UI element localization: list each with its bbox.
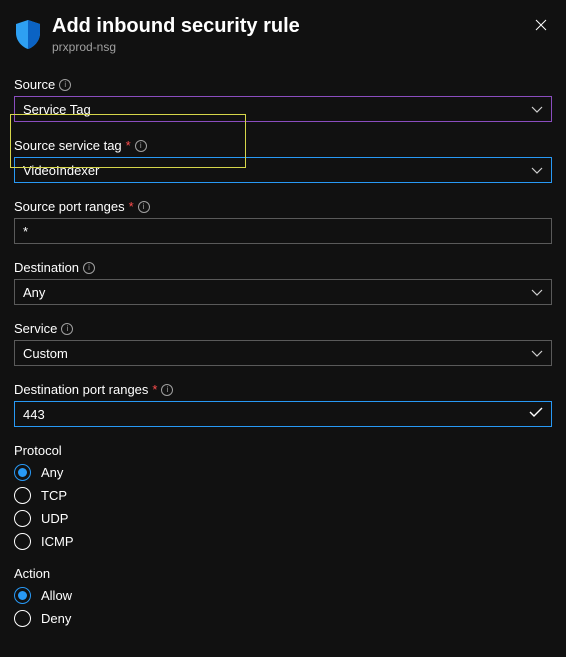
protocol-option-tcp[interactable]: TCP [14, 487, 552, 504]
source-select[interactable]: Service Tag [14, 96, 552, 122]
radio-label: UDP [41, 511, 68, 526]
close-icon [534, 19, 548, 36]
title-block: Add inbound security rule prxprod-nsg [52, 14, 520, 54]
source-select-value: Service Tag [23, 102, 91, 117]
field-protocol: Protocol Any TCP UDP ICMP [14, 443, 552, 550]
action-heading: Action [14, 566, 552, 581]
source-service-tag-select[interactable]: VideoIndexer [14, 157, 552, 183]
field-action: Action Allow Deny [14, 566, 552, 627]
info-icon[interactable]: i [61, 323, 73, 335]
protocol-heading: Protocol [14, 443, 552, 458]
label-source-text: Source [14, 77, 55, 92]
required-asterisk: * [129, 199, 134, 214]
label-destination-port-ranges: Destination port ranges * i [14, 382, 552, 397]
info-icon[interactable]: i [83, 262, 95, 274]
chevron-down-icon [531, 284, 543, 300]
protocol-radio-group: Any TCP UDP ICMP [14, 464, 552, 550]
label-source-service-tag: Source service tag * i [14, 138, 552, 153]
label-source-service-tag-text: Source service tag [14, 138, 122, 153]
field-service: Service i Custom [14, 321, 552, 366]
radio-label: ICMP [41, 534, 74, 549]
info-icon[interactable]: i [59, 79, 71, 91]
action-radio-group: Allow Deny [14, 587, 552, 627]
protocol.option-udp[interactable]: UDP [14, 510, 552, 527]
radio-icon [14, 533, 31, 550]
service-select[interactable]: Custom [14, 340, 552, 366]
required-asterisk: * [152, 382, 157, 397]
shield-icon [14, 18, 42, 55]
panel-title: Add inbound security rule [52, 14, 520, 38]
close-button[interactable] [530, 14, 552, 40]
panel-subtitle: prxprod-nsg [52, 40, 520, 54]
protocol-option-icmp[interactable]: ICMP [14, 533, 552, 550]
field-source-service-tag: Source service tag * i VideoIndexer [14, 138, 552, 183]
chevron-down-icon [531, 162, 543, 178]
radio-icon [14, 610, 31, 627]
field-destination-port-ranges: Destination port ranges * i [14, 382, 552, 427]
label-destination-text: Destination [14, 260, 79, 275]
required-asterisk: * [126, 138, 131, 153]
info-icon[interactable]: i [138, 201, 150, 213]
label-source-port-ranges: Source port ranges * i [14, 199, 552, 214]
info-icon[interactable]: i [135, 140, 147, 152]
destination-port-ranges-input[interactable] [23, 407, 529, 422]
radio-label: TCP [41, 488, 67, 503]
label-source-port-ranges-text: Source port ranges [14, 199, 125, 214]
radio-icon [14, 487, 31, 504]
radio-label: Deny [41, 611, 71, 626]
field-destination: Destination i Any [14, 260, 552, 305]
action-option-deny[interactable]: Deny [14, 610, 552, 627]
chevron-down-icon [531, 345, 543, 361]
label-destination: Destination i [14, 260, 552, 275]
destination-select[interactable]: Any [14, 279, 552, 305]
destination-port-ranges-input-wrap[interactable] [14, 401, 552, 427]
radio-icon [14, 587, 31, 604]
radio-icon [14, 464, 31, 481]
radio-label: Any [41, 465, 63, 480]
radio-label: Allow [41, 588, 72, 603]
label-service: Service i [14, 321, 552, 336]
action-option-allow[interactable]: Allow [14, 587, 552, 604]
radio-icon [14, 510, 31, 527]
chevron-down-icon [531, 101, 543, 117]
service-select-value: Custom [23, 346, 68, 361]
checkmark-icon [529, 405, 543, 423]
source-port-ranges-input[interactable] [14, 218, 552, 244]
label-service-text: Service [14, 321, 57, 336]
destination-select-value: Any [23, 285, 45, 300]
protocol-option-any[interactable]: Any [14, 464, 552, 481]
field-source: Source i Service Tag [14, 77, 552, 122]
panel-header: Add inbound security rule prxprod-nsg [14, 14, 552, 55]
source-service-tag-value: VideoIndexer [23, 163, 99, 178]
label-destination-port-ranges-text: Destination port ranges [14, 382, 148, 397]
field-source-port-ranges: Source port ranges * i [14, 199, 552, 244]
info-icon[interactable]: i [161, 384, 173, 396]
label-source: Source i [14, 77, 552, 92]
